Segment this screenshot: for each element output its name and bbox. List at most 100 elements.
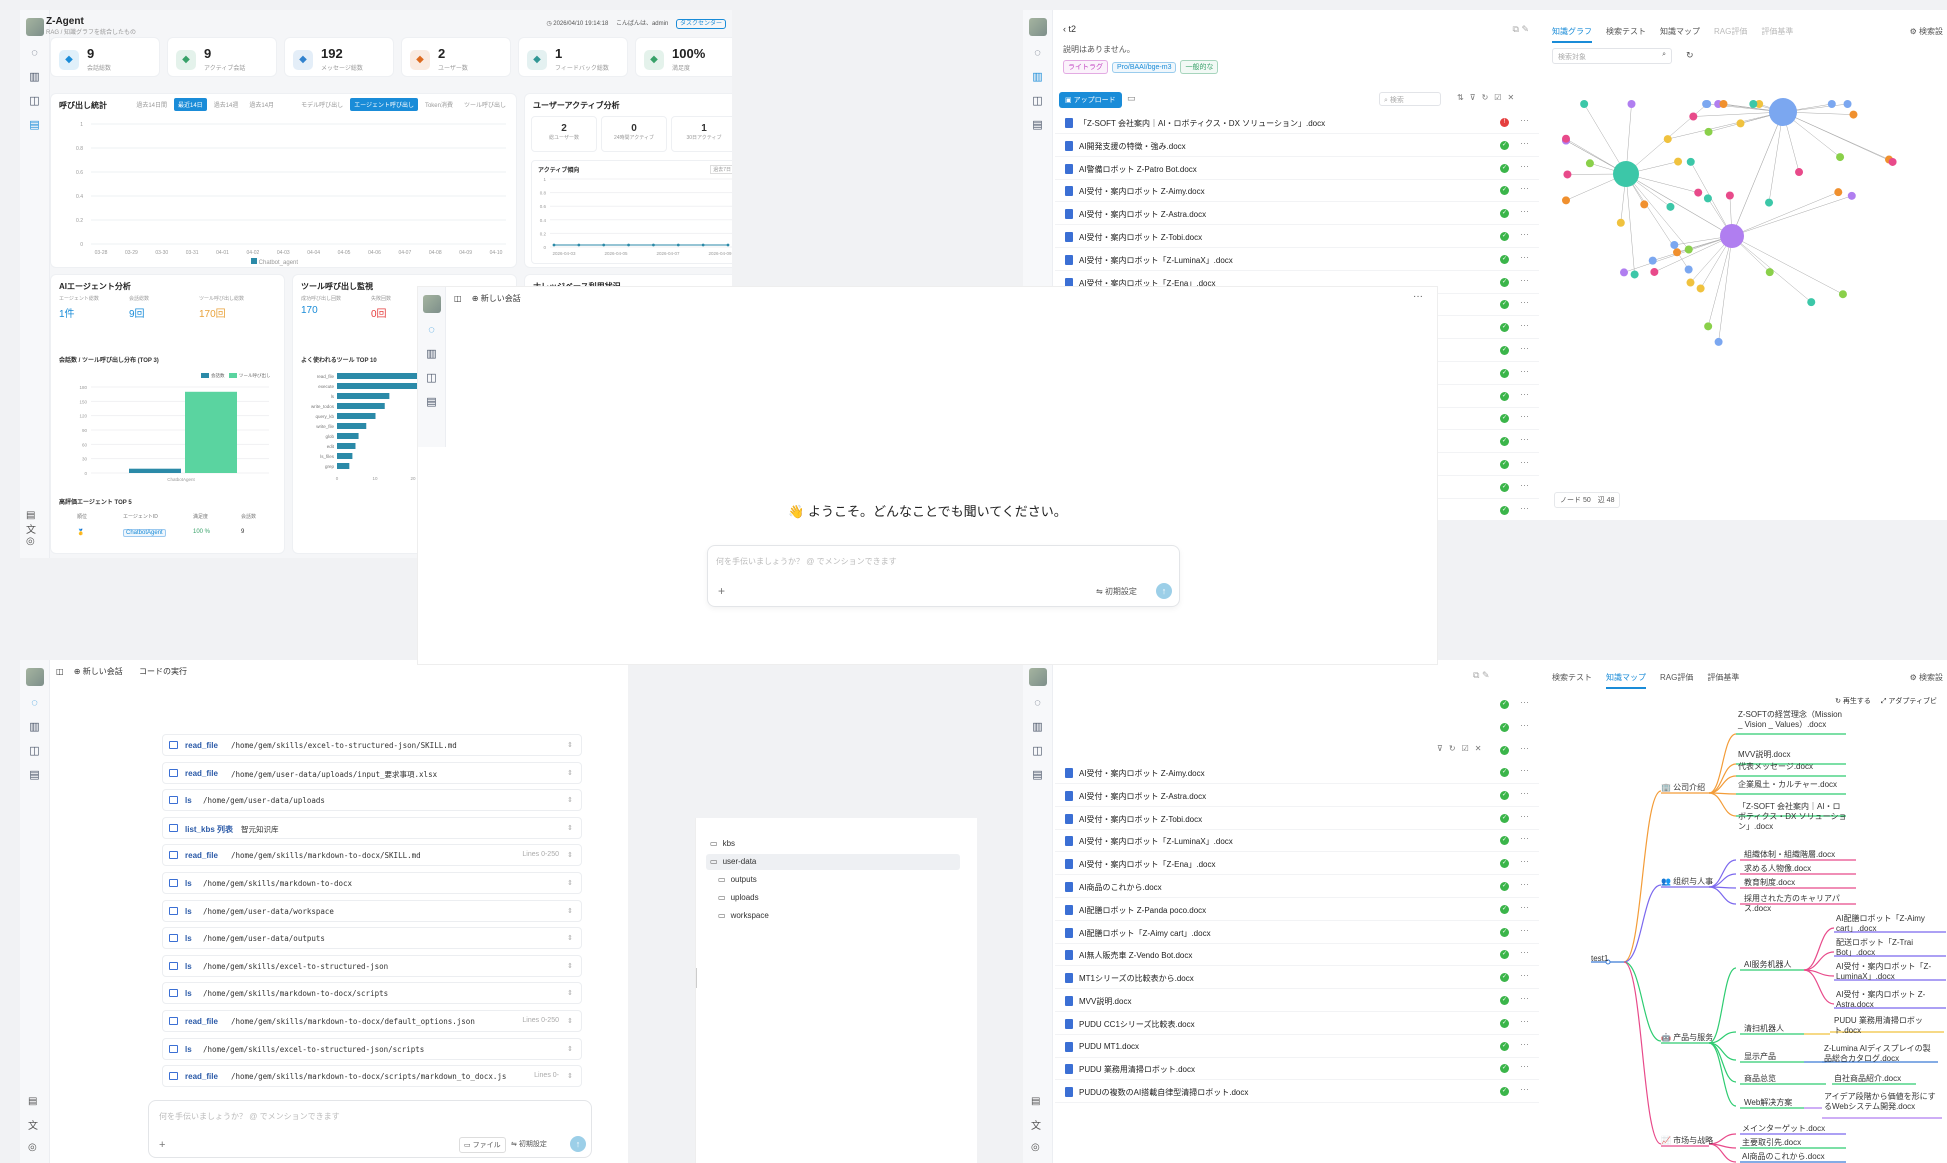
more-icon[interactable]: ··· — [1520, 434, 1529, 444]
mindmap-leaf[interactable]: AI受付・案内ロボット Z-Astra.docx — [1836, 990, 1944, 1010]
more-icon[interactable]: ··· — [1520, 947, 1529, 957]
mindmap-sub[interactable]: AI服务机器人 — [1744, 960, 1814, 970]
more-icon[interactable]: ··· — [1520, 366, 1529, 376]
mindmap-leaf[interactable]: 採用された方のキャリアパス.docx — [1744, 894, 1856, 914]
file-row[interactable]: AI受付・案内ロボット Z-Tobi.docx ✓ ··· — [1055, 226, 1539, 248]
file-button[interactable]: ▭ ファイル — [459, 1137, 506, 1153]
file-row[interactable]: 「Z-SOFT 会社案内｜AI・ロボティクス・DX ソリューション」.docx!… — [1055, 112, 1539, 134]
clipboard-icon[interactable]: ▤ — [28, 1096, 38, 1107]
kb-tab[interactable]: 知識グラフ — [1552, 26, 1592, 43]
more-icon[interactable]: ··· — [1520, 1016, 1529, 1026]
clipboard-icon[interactable]: ▤ — [26, 510, 36, 521]
add-icon[interactable]: + — [718, 584, 725, 598]
more-icon[interactable]: ··· — [1520, 856, 1529, 866]
close-icon[interactable]: ✕ — [1507, 93, 1520, 102]
books-icon[interactable]: ▥ — [425, 347, 439, 361]
tree-item[interactable]: ▭ kbs — [706, 836, 960, 852]
tool-step[interactable]: read_file/home/gem/user-data/uploads/inp… — [162, 761, 582, 784]
file-row[interactable]: PUDU CC1シリーズ比較表.docx ✓ ··· — [1055, 1013, 1539, 1035]
more-icon[interactable]: ··· — [1520, 1084, 1529, 1094]
tool-step[interactable]: ls/home/gem/skills/markdown-to-docx ⇕ — [162, 872, 582, 894]
file-row[interactable]: PUDU MT1.docx ✓ ··· — [1055, 1036, 1539, 1058]
file-row[interactable]: AI受付・案内ロボット Z-Astra.docx ✓ ··· — [1055, 203, 1539, 226]
more-icon[interactable]: ··· — [1520, 970, 1529, 980]
file-row[interactable]: AI警備ロボット Z-Patro Bot.docx ✓ ··· — [1055, 158, 1539, 180]
tree-item[interactable]: ▭ uploads — [714, 890, 960, 906]
mindmap-leaf[interactable]: 求める人物像.docx — [1744, 864, 1856, 874]
more-icon[interactable]: ··· — [1520, 138, 1529, 148]
books-icon[interactable]: ▥ — [28, 70, 42, 84]
blocks-icon[interactable]: ◫ — [28, 94, 42, 108]
more-icon[interactable]: ··· — [1520, 206, 1529, 216]
expand-icon[interactable]: ⇕ — [567, 851, 573, 859]
sidebar-toggle-icon[interactable]: ◫ — [454, 294, 462, 303]
file-row[interactable]: AI配膳ロボット Z-Panda poco.docx ✓ ··· — [1055, 899, 1539, 921]
mindmap-sub[interactable]: 清扫机器人 — [1744, 1024, 1814, 1034]
tree-item[interactable]: ▭ user-data — [706, 854, 960, 870]
blocks-icon[interactable]: ◫ — [1031, 744, 1045, 758]
expand-icon[interactable]: ⇕ — [567, 1045, 573, 1053]
task-center-button[interactable]: タスクセンター — [675, 19, 726, 29]
mindmap-leaf[interactable]: メインターゲット.docx — [1742, 1124, 1852, 1134]
file-row[interactable]: AI開発支援の特徴・強み.docx ✓ ··· — [1055, 135, 1539, 157]
more-icon[interactable]: ··· — [1520, 833, 1529, 843]
expand-icon[interactable]: ⇕ — [567, 769, 573, 777]
blocks-icon[interactable]: ◫ — [425, 371, 439, 385]
more-icon[interactable]: ··· — [1520, 503, 1529, 513]
mindmap-leaf[interactable]: 組織体制・組織階層.docx — [1744, 850, 1856, 860]
mindmap-branch[interactable]: 🤖 产品与服务 — [1661, 1033, 1721, 1043]
more-icon[interactable]: ··· — [1520, 161, 1529, 171]
mindmap-sub[interactable]: 显示产品 — [1744, 1052, 1814, 1062]
tool-step[interactable]: read_file/home/gem/skills/excel-to-struc… — [162, 734, 582, 756]
refresh-icon[interactable]: ↻ — [1482, 93, 1495, 102]
expand-icon[interactable]: ⇕ — [567, 934, 573, 942]
settings-button[interactable]: ⇋ 初期設定 — [1096, 586, 1137, 597]
user-icon[interactable]: ◎ — [1031, 1142, 1041, 1153]
expand-icon[interactable]: ⇕ — [567, 741, 573, 749]
send-icon[interactable]: ↑ — [570, 1136, 586, 1152]
more-icon[interactable]: ··· — [1520, 297, 1529, 307]
new-chat-button[interactable]: ⊕ 新しい会話 — [74, 667, 123, 676]
user-icon[interactable]: ◎ — [28, 1142, 38, 1153]
tool-step[interactable]: read_file/home/gem/skills/markdown-to-do… — [162, 1065, 582, 1088]
chart-icon[interactable]: ▤ — [28, 118, 42, 132]
mindmap-leaf[interactable]: アイデア段階から価値を形にするWebシステム開発.docx — [1824, 1092, 1940, 1112]
robot-icon[interactable]: ◌ — [28, 696, 42, 710]
tool-step[interactable]: ls/home/gem/user-data/uploads ⇕ — [162, 789, 582, 812]
more-icon[interactable]: ··· — [1520, 697, 1529, 707]
mindmap-leaf[interactable]: 自社商品紹介.docx — [1834, 1074, 1924, 1084]
mindmap-leaf[interactable]: AI受付・案内ロボット「Z-LuminaX」.docx — [1836, 962, 1944, 982]
new-chat-button[interactable]: ⊕ 新しい会話 — [472, 294, 521, 303]
expand-icon[interactable]: ⇕ — [567, 1072, 573, 1080]
more-icon[interactable]: ··· — [1520, 925, 1529, 935]
file-row[interactable]: AI受付・案内ロボット Z-Tobi.docx ✓ ··· — [1055, 808, 1539, 830]
tree-item[interactable]: ▭ workspace — [714, 908, 960, 924]
sidebar-toggle-icon[interactable]: ◫ — [56, 667, 64, 676]
mindmap-sub[interactable]: Web解决方案 — [1744, 1098, 1814, 1108]
chart-icon[interactable]: ▤ — [425, 395, 439, 409]
tool-step[interactable]: ls/home/gem/skills/excel-to-structured-j… — [162, 954, 582, 977]
expand-icon[interactable]: ⇕ — [567, 1017, 573, 1025]
tool-step[interactable]: ls/home/gem/user-data/workspace ⇕ — [162, 899, 582, 922]
mindmap-leaf[interactable]: AI配膳ロボット「Z-Aimy cart」.docx — [1836, 914, 1944, 934]
expand-icon[interactable]: ⇕ — [567, 989, 573, 997]
run-code-tab[interactable]: コードの実行 — [139, 667, 187, 676]
more-icon[interactable]: ··· — [1520, 115, 1529, 125]
kb-tab[interactable]: 検索テスト — [1606, 26, 1646, 41]
mindmap-leaf[interactable]: 配送ロボット「Z-Trai Bot」.docx — [1836, 938, 1944, 958]
mindmap-leaf[interactable]: 代表メッセージ.docx — [1738, 762, 1848, 772]
chat-icon[interactable]: ◌ — [28, 46, 42, 60]
more-icon[interactable]: ··· — [1520, 765, 1529, 775]
more-icon[interactable]: ··· — [1520, 320, 1529, 330]
books-icon[interactable]: ▥ — [28, 720, 42, 734]
copy-icon[interactable]: ⧉ — [1473, 670, 1479, 680]
check-icon[interactable]: ☑ — [1494, 93, 1507, 102]
edit-icon[interactable]: ✎ — [1482, 670, 1490, 680]
more-icon[interactable]: ··· — [1520, 480, 1529, 490]
filter-icon[interactable]: ⊽ — [1470, 93, 1482, 102]
mindmap-sub[interactable]: 商品总览 — [1744, 1074, 1814, 1084]
sort-icon[interactable]: ⇅ — [1457, 93, 1470, 102]
code-input-box[interactable]: 何を手伝いましょうか？ @ でメンションできます + ▭ ファイル ⇋ 初期設定… — [148, 1100, 592, 1158]
mindmap-leaf[interactable]: 教育制度.docx — [1744, 878, 1856, 888]
file-row[interactable]: AI商品のこれから.docx ✓ ··· — [1055, 876, 1539, 898]
